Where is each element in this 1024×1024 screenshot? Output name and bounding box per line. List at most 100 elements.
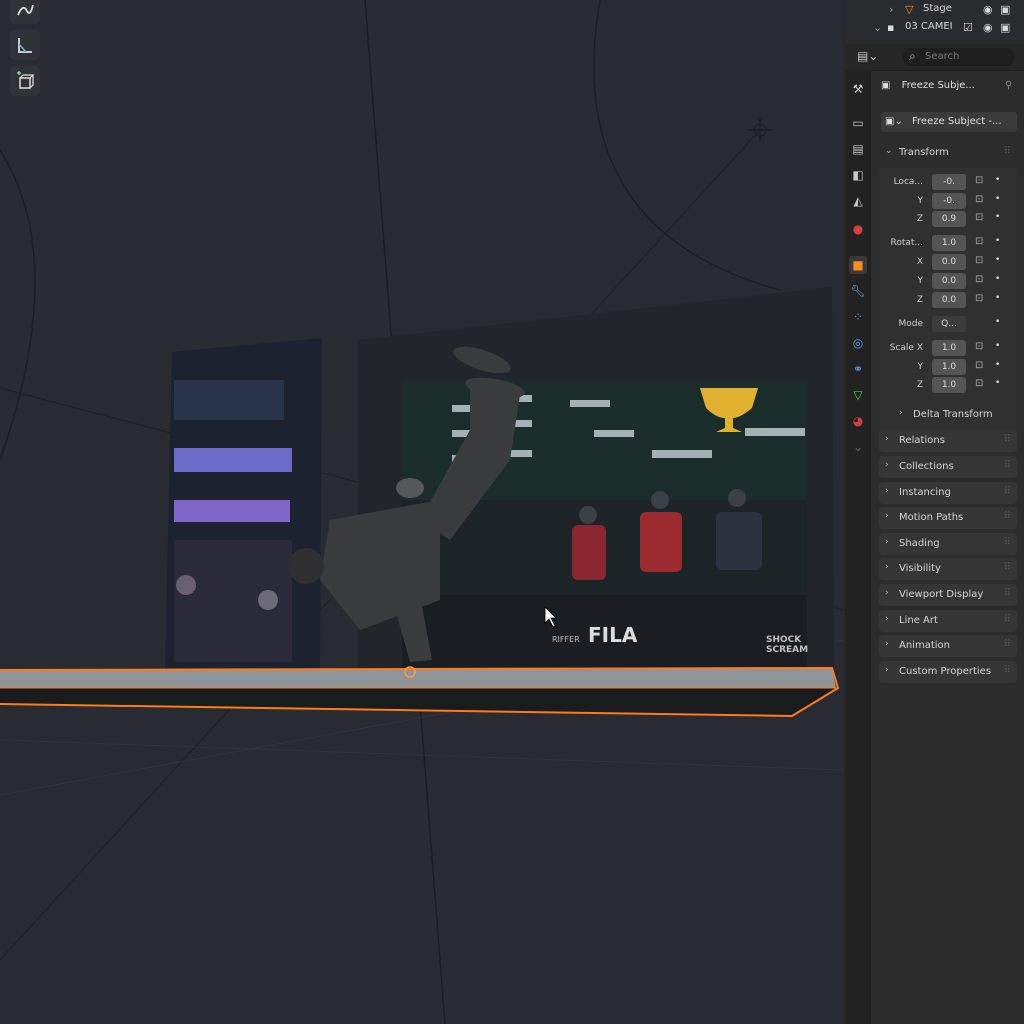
outliner-row-stage[interactable]: › ▽ Stage ◉ ▣: [845, 0, 1024, 20]
sponsor-text: RIFFER: [552, 635, 580, 644]
location-x-field[interactable]: -0.: [932, 174, 966, 190]
particles-tab-icon[interactable]: ⁘: [849, 308, 867, 326]
rotation-w-field[interactable]: 1.0: [932, 235, 966, 251]
instancing-section[interactable]: › Instancing ⠿: [879, 482, 1017, 504]
drag-handle-icon[interactable]: ⠿: [1004, 665, 1011, 676]
keyframe-dot-icon[interactable]: •: [995, 274, 1000, 284]
physics-tab-icon[interactable]: ◎: [849, 334, 867, 352]
rotation-mode-dropdown[interactable]: Q...: [932, 316, 966, 332]
location-z-field[interactable]: 0.9: [932, 211, 966, 227]
lock-icon[interactable]: ⊡: [975, 360, 983, 371]
more-tabs-icon[interactable]: ⌄: [849, 438, 867, 456]
chevron-right-icon: ›: [885, 614, 889, 624]
drag-handle-icon[interactable]: ⠿: [1004, 511, 1011, 522]
animation-section[interactable]: › Animation ⠿: [879, 635, 1017, 657]
scale-y-field[interactable]: 1.0: [932, 359, 966, 375]
location-y-row: Y -0. ⊡ •: [873, 193, 1021, 210]
measure-tool-button[interactable]: [10, 30, 40, 60]
keyframe-dot-icon[interactable]: •: [995, 194, 1000, 204]
line-art-section[interactable]: › Line Art ⠿: [879, 610, 1017, 632]
render-tab-icon[interactable]: ▭: [849, 114, 867, 132]
drag-handle-icon[interactable]: ⠿: [1004, 434, 1011, 445]
lock-icon[interactable]: ⊡: [975, 255, 983, 266]
eye-icon[interactable]: ◉: [983, 3, 993, 16]
lock-icon[interactable]: ⊡: [975, 274, 983, 285]
eye-icon[interactable]: ◉: [983, 21, 993, 34]
viewport-display-section[interactable]: › Viewport Display ⠿: [879, 584, 1017, 606]
section-title: Custom Properties: [899, 666, 992, 677]
modifier-tab-icon[interactable]: 🔧︎: [849, 282, 867, 300]
visibility-section[interactable]: › Visibility ⠿: [879, 558, 1017, 580]
lock-icon[interactable]: ⊡: [975, 341, 983, 352]
keyframe-dot-icon[interactable]: •: [995, 255, 1000, 265]
lock-icon[interactable]: ⊡: [975, 175, 983, 186]
keyframe-dot-icon[interactable]: •: [995, 360, 1000, 370]
keyframe-dot-icon[interactable]: •: [995, 212, 1000, 222]
rotation-y-field[interactable]: 0.0: [932, 273, 966, 289]
location-z-row: Z 0.9 ⊡ •: [873, 211, 1021, 228]
scene-tab-icon[interactable]: ◭: [849, 192, 867, 210]
material-tab-icon[interactable]: ◕: [849, 412, 867, 430]
annotate-tool-button[interactable]: [10, 0, 40, 24]
relations-section[interactable]: › Relations ⠿: [879, 430, 1017, 452]
lock-icon[interactable]: ⊡: [975, 378, 983, 389]
object-data-selector[interactable]: ▣⌄ Freeze Subject -...: [881, 112, 1017, 132]
keyframe-dot-icon[interactable]: •: [995, 236, 1000, 246]
custom-properties-section[interactable]: › Custom Properties ⠿: [879, 661, 1017, 683]
chevron-down-icon[interactable]: ⌄: [873, 21, 882, 34]
output-tab-icon[interactable]: ▤: [849, 140, 867, 158]
keyframe-dot-icon[interactable]: •: [995, 341, 1000, 351]
lock-icon[interactable]: ⊡: [975, 212, 983, 223]
lock-icon[interactable]: ⊡: [975, 236, 983, 247]
outliner-row-camera[interactable]: ⌄ ▪ 03 CAMEI ☑ ◉ ▣: [845, 18, 1024, 38]
motion-paths-section[interactable]: › Motion Paths ⠿: [879, 507, 1017, 529]
add-cube-icon: [17, 71, 35, 89]
add-cube-tool-button[interactable]: [10, 66, 40, 96]
section-title: Relations: [899, 435, 945, 446]
object-name-row[interactable]: ▣ Freeze Subje... ⚲: [881, 80, 1012, 100]
delta-transform-header[interactable]: › Delta Transform: [893, 404, 1013, 426]
world-tab-icon[interactable]: ●: [849, 220, 867, 238]
rotation-x-field[interactable]: 0.0: [932, 254, 966, 270]
outliner[interactable]: › ▽ Stage ◉ ▣ ⌄ ▪ 03 CAMEI ☑ ◉ ▣: [845, 0, 1024, 45]
shading-section[interactable]: › Shading ⠿: [879, 533, 1017, 555]
drag-handle-icon[interactable]: ⠿: [1004, 486, 1011, 497]
object-tab-icon[interactable]: ■: [849, 256, 867, 274]
editor-type-icon[interactable]: ▤⌄: [857, 49, 878, 63]
keyframe-dot-icon[interactable]: •: [995, 378, 1000, 388]
keyframe-dot-icon[interactable]: •: [995, 175, 1000, 185]
collections-section[interactable]: › Collections ⠿: [879, 456, 1017, 478]
axis-label: Z: [916, 295, 923, 305]
chevron-right-icon: ›: [885, 434, 889, 444]
rotation-z-field[interactable]: 0.0: [932, 292, 966, 308]
scale-z-field[interactable]: 1.0: [932, 377, 966, 393]
tool-tab-icon[interactable]: ⚒: [849, 80, 867, 98]
drag-handle-icon[interactable]: ⠿: [1004, 588, 1011, 599]
camera-icon[interactable]: ▣: [1000, 3, 1010, 16]
keyframe-dot-icon[interactable]: •: [995, 317, 1000, 327]
axis-label: Y: [917, 362, 924, 372]
drag-handle-icon[interactable]: ⠿: [1004, 614, 1011, 625]
drag-handle-icon[interactable]: ⠿: [1004, 639, 1011, 650]
drag-handle-icon[interactable]: ⠿: [1004, 146, 1011, 157]
lock-icon[interactable]: ⊡: [975, 293, 983, 304]
keyframe-dot-icon[interactable]: •: [995, 293, 1000, 303]
checkbox-icon[interactable]: ☑: [963, 21, 973, 34]
pin-icon[interactable]: ⚲: [1005, 80, 1012, 91]
rotation-mode-row: Mode Q... •: [873, 316, 1021, 333]
chevron-right-icon: ›: [885, 537, 889, 547]
data-tab-icon[interactable]: ▽: [849, 386, 867, 404]
view-layer-tab-icon[interactable]: ◧: [849, 166, 867, 184]
search-input[interactable]: ⌕ Search: [903, 48, 1015, 66]
constraints-tab-icon[interactable]: ⚭: [849, 360, 867, 378]
location-y-field[interactable]: -0.: [932, 193, 966, 209]
drag-handle-icon[interactable]: ⠿: [1004, 537, 1011, 548]
drag-handle-icon[interactable]: ⠿: [1004, 460, 1011, 471]
scale-x-field[interactable]: 1.0: [932, 340, 966, 356]
transform-section-header[interactable]: ⌄ Transform ⠿: [879, 142, 1017, 164]
chevron-right-icon[interactable]: ›: [889, 3, 893, 16]
drag-handle-icon[interactable]: ⠿: [1004, 562, 1011, 573]
lock-icon[interactable]: ⊡: [975, 194, 983, 205]
3d-viewport[interactable]: FILA RIFFER SHOCK SCREAM: [0, 0, 843, 1024]
camera-icon[interactable]: ▣: [1000, 21, 1010, 34]
